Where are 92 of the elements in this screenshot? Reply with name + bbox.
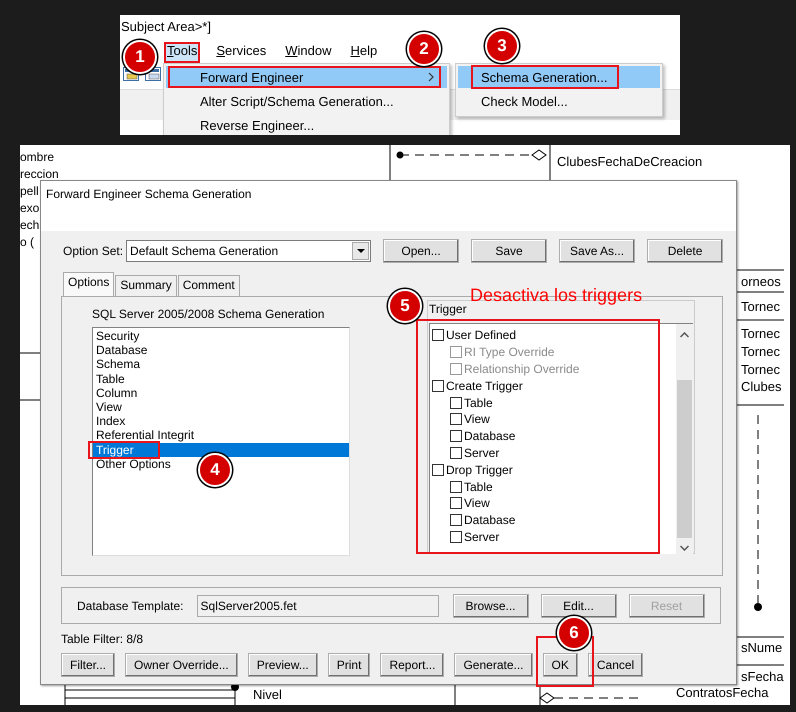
entity-attribute: sNume (741, 640, 782, 655)
entity-attribute: exo (20, 201, 40, 216)
menu-option[interactable]: Check Model... (458, 90, 660, 112)
entity-attribute: Tornec (741, 344, 780, 359)
checkbox-label: RI Type Override (464, 345, 554, 360)
entity-attribute: ech (20, 218, 40, 233)
checkbox-label: View (464, 496, 490, 510)
checkbox-label: Database (464, 429, 516, 444)
menu-option[interactable]: Schema Generation... (458, 66, 660, 88)
list-item[interactable]: Database (93, 343, 150, 358)
tab[interactable]: Options (63, 272, 114, 296)
highlight-frame (88, 440, 160, 459)
dialog-button[interactable]: Generate... (454, 653, 533, 677)
dialog-button[interactable]: Preview... (248, 653, 318, 677)
section-heading: SQL Server 2005/2008 Schema Generation (92, 307, 326, 322)
checkbox-label: User Defined (446, 328, 516, 342)
entity-attribute: pell (20, 184, 39, 199)
dialog-button[interactable]: Cancel (588, 653, 644, 677)
dialog-title: Forward Engineer Schema Generation (46, 187, 252, 201)
checkbox-label: Table (464, 480, 493, 494)
chevron-up-icon (680, 332, 689, 338)
entity-attribute: Tornec (741, 326, 780, 341)
list-item[interactable]: Schema (93, 357, 142, 372)
dialog-button[interactable]: Filter... (61, 653, 116, 677)
menu-item[interactable]: Window (283, 43, 334, 62)
chevron-down-icon (680, 545, 689, 551)
group-title: Trigger (429, 302, 467, 316)
checkbox-label: Server (464, 530, 500, 544)
checkbox-label: Relationship Override (464, 362, 580, 376)
annotation-note: Desactiva los triggers (470, 285, 642, 306)
menu-option[interactable]: Alter Script/Schema Generation... (166, 90, 447, 112)
window-title: Subject Area>*] (120, 18, 212, 36)
entity-attribute: Tornec (741, 362, 780, 377)
checkbox-label: View (464, 412, 490, 426)
dialog-button[interactable]: Edit... (540, 594, 617, 618)
dialog-button[interactable]: OK (542, 653, 578, 677)
chevron-right-icon (428, 72, 435, 82)
dialog-button[interactable]: Report... (380, 653, 444, 677)
checkbox[interactable] (450, 530, 462, 543)
entity-attribute: orneos (741, 274, 781, 289)
field-label: Database Template: (77, 598, 184, 612)
checkbox-label: Table (464, 396, 493, 410)
checkbox[interactable] (432, 380, 444, 392)
entity-attribute: reccion (20, 167, 59, 182)
checkbox-label: Create Trigger (446, 378, 523, 393)
checkbox-label: Server (464, 446, 500, 460)
checkbox-label: Database (464, 513, 516, 528)
entity-attribute: Clubes (741, 379, 782, 394)
checkbox[interactable] (432, 329, 444, 342)
entity-attribute: ClubesFechaDeCreacion (557, 154, 702, 169)
entity-attribute: o ( (20, 235, 34, 250)
list-item[interactable]: Referential Integrit (93, 428, 196, 442)
checkbox[interactable] (450, 514, 462, 526)
entity-attribute: Tornec (741, 299, 780, 314)
dialog-button[interactable]: Save As... (559, 239, 636, 263)
entity-attribute: ContratosFecha (676, 685, 768, 700)
entity-attribute: Nivel (253, 687, 282, 702)
menu-item[interactable]: Help (348, 43, 380, 62)
option-set-dropdown[interactable]: Default Schema Generation (126, 240, 372, 262)
dialog-button[interactable]: Open... (383, 239, 460, 263)
list-item[interactable]: View (93, 400, 124, 414)
list-item[interactable]: Trigger (93, 442, 349, 457)
template-field[interactable]: SqlServer2005.fet (196, 594, 439, 616)
checkbox[interactable] (450, 497, 462, 510)
checkbox[interactable] (450, 480, 462, 493)
dialog-button[interactable]: Print (328, 653, 370, 677)
entity-attribute: ombre (20, 150, 54, 165)
checkbox[interactable] (432, 464, 444, 476)
list-item[interactable]: Table (93, 372, 127, 386)
list-item[interactable]: Other Options (93, 456, 173, 471)
checkbox[interactable] (450, 413, 462, 426)
list-item[interactable]: Column (93, 386, 140, 400)
dropdown-arrow-icon (356, 248, 365, 254)
dialog-button[interactable]: Delete (647, 239, 724, 263)
scrollbar[interactable] (676, 324, 693, 554)
checkbox[interactable] (450, 430, 462, 442)
field-label: Option Set: (63, 244, 124, 258)
menu-item[interactable]: Services (214, 43, 268, 62)
entity-attribute: sFecha (741, 669, 784, 684)
tab[interactable]: Summary (115, 275, 177, 296)
dialog-button[interactable]: Owner Override... (125, 653, 238, 677)
menu-option[interactable]: Reverse Engineer... (166, 114, 447, 135)
dialog-button[interactable]: Save (471, 239, 548, 263)
status-text: Table Filter: 8/8 (61, 632, 144, 646)
checkbox[interactable] (450, 396, 462, 409)
list-item[interactable]: Index (93, 414, 128, 428)
tab[interactable]: Comment (178, 275, 240, 296)
checkbox[interactable] (450, 446, 462, 459)
dialog-button[interactable]: Browse... (452, 594, 529, 618)
highlight-frame (164, 42, 200, 63)
checkbox-label: Drop Trigger (446, 462, 513, 477)
list-item[interactable]: Security (93, 329, 142, 344)
